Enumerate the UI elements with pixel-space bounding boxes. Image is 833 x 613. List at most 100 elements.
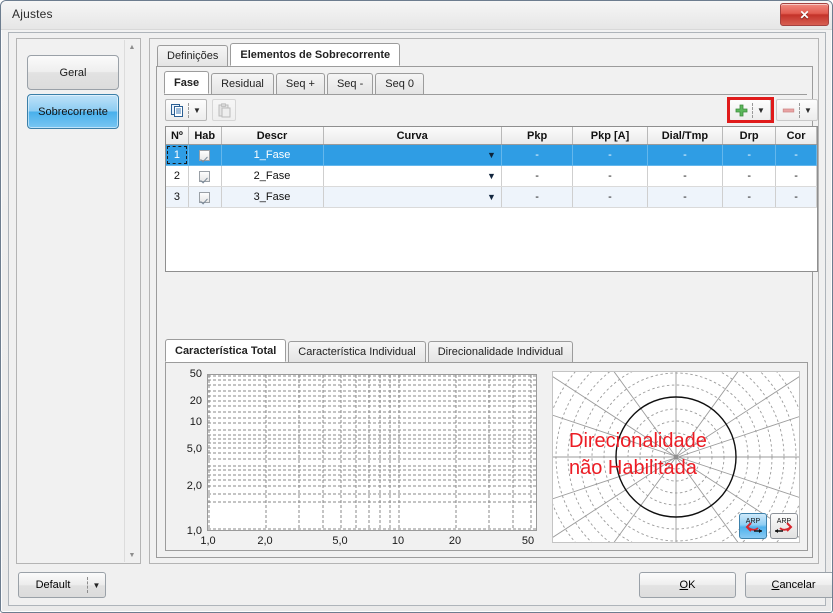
col-curva[interactable]: Curva [323,127,502,145]
tab-direcionalidade-individual[interactable]: Direcionalidade Individual [427,341,574,362]
title-bar: Ajustes ✕ [1,1,832,30]
tab-seq-negativa[interactable]: Seq - [326,73,374,94]
table-row[interactable]: 3 3_Fase ▼ - - - - - [166,186,817,208]
tab-caracteristica-total[interactable]: Característica Total [165,339,287,362]
cell-numero[interactable]: 1 [166,144,189,166]
cell-numero[interactable]: 2 [166,165,189,187]
hab-checkbox[interactable] [199,149,211,161]
minus-icon[interactable] [777,100,799,120]
scroll-down-icon[interactable]: ▼ [125,548,139,562]
curva-chevron-down-icon[interactable]: ▼ [487,171,496,181]
cell-drp[interactable]: - [722,186,777,208]
tab-fase[interactable]: Fase [164,71,210,94]
cancel-button[interactable]: Cancelar [745,572,832,598]
col-pkp-a[interactable]: Pkp [A] [572,127,648,145]
cell-dial-tmp[interactable]: - [647,165,724,187]
overcurrent-elements-table[interactable]: Nº Hab Descr Curva Pkp Pkp [A] Dial/Tmp … [165,126,818,272]
tab-label: Seq 0 [385,78,414,90]
add-row-button-group[interactable]: ▼ [729,99,771,121]
paste-icon [213,100,235,120]
inner-tabstrip: Fase Residual Seq + Seq - Seq 0 [164,71,544,95]
tab-elementos-de-sobrecorrente[interactable]: Elementos de Sobrecorrente [230,43,401,66]
settings-window: Ajustes ✕ Geral Sobrecorrente ▲ ▼ Defini… [0,0,833,613]
sidebar-item-label: Sobrecorrente [38,105,108,118]
copy-icon[interactable] [166,100,188,120]
cell-pkp[interactable]: - [501,165,574,187]
ok-button[interactable]: OK [639,572,736,598]
cell-pkp[interactable]: - [501,186,574,208]
copy-button-group[interactable]: ▼ [165,99,207,121]
cell-dial-tmp[interactable]: - [647,144,724,166]
remove-dropdown-chevron-down-icon[interactable]: ▼ [800,100,816,120]
tab-caracteristica-individual[interactable]: Característica Individual [288,341,426,362]
default-combo-chevron-down-icon[interactable]: ▼ [88,581,105,590]
cell-hab[interactable] [188,165,222,187]
cell-pkp-a[interactable]: - [572,186,648,208]
curva-chevron-down-icon[interactable]: ▼ [487,150,496,160]
copy-dropdown-chevron-down-icon[interactable]: ▼ [189,100,205,120]
cell-drp[interactable]: - [722,165,777,187]
cancel-accelerator: C [771,579,780,591]
chart-xtick-20: 20 [448,535,462,547]
close-button[interactable]: ✕ [780,3,829,26]
chart-ytick-50: 50 [189,368,202,380]
remove-row-button-group[interactable]: ▼ [776,99,818,121]
col-descr[interactable]: Descr [221,127,324,145]
cell-cor[interactable]: - [775,144,817,166]
add-dropdown-chevron-down-icon[interactable]: ▼ [753,100,769,120]
chart-xtick-5: 5,0 [332,535,348,547]
hab-checkbox[interactable] [199,170,211,182]
cell-pkp-a[interactable]: - [572,165,648,187]
cell-focus-indicator [167,146,187,164]
dialog-footer: Default ▼ OK Cancelar [16,570,832,602]
polar-message-line2: não Habilitada [569,457,697,479]
characteristic-chart-plot-area [207,374,537,531]
curva-chevron-down-icon[interactable]: ▼ [487,192,496,202]
cell-descr[interactable]: 3_Fase [221,186,324,208]
sidebar-scrollbar[interactable]: ▲ ▼ [124,40,139,562]
scroll-up-icon[interactable]: ▲ [125,40,139,54]
col-dial-tmp[interactable]: Dial/Tmp [647,127,724,145]
col-numero[interactable]: Nº [166,127,189,145]
col-hab[interactable]: Hab [188,127,222,145]
cell-curva[interactable]: ▼ [323,165,502,187]
cell-dial-tmp[interactable]: - [647,186,724,208]
default-profile-combo[interactable]: Default ▼ [18,572,106,598]
col-drp[interactable]: Drp [722,127,777,145]
chart-ytick-10: 10 [189,416,202,428]
cell-descr[interactable]: 1_Fase [221,144,324,166]
plus-icon[interactable] [730,100,752,120]
arp-forward-button[interactable]: ARP [739,513,767,539]
cell-hab[interactable] [188,186,222,208]
table-row[interactable]: 1 1_Fase ▼ - - - - - [166,144,817,166]
outer-tabstrip: Definições Elementos de Sobrecorrente [157,43,797,67]
cell-curva[interactable]: ▼ [323,144,502,166]
tab-seq-positiva[interactable]: Seq + [275,73,325,94]
close-icon: ✕ [799,7,810,22]
paste-button[interactable] [212,99,236,121]
arp-backward-button[interactable]: ARP [770,513,798,539]
tab-residual[interactable]: Residual [211,73,274,94]
chart-xtick-10: 10 [391,535,405,547]
col-pkp[interactable]: Pkp [501,127,574,145]
cell-numero[interactable]: 3 [166,186,189,208]
sidebar-item-geral[interactable]: Geral [27,55,119,90]
col-cor[interactable]: Cor [775,127,817,145]
cell-curva[interactable]: ▼ [323,186,502,208]
chart-ytick-5: 5,0 [186,443,202,455]
tab-definicoes[interactable]: Definições [157,45,229,66]
cell-pkp-a[interactable]: - [572,144,648,166]
hab-checkbox[interactable] [199,191,211,203]
cell-cor[interactable]: - [775,165,817,187]
cell-hab[interactable] [188,144,222,166]
cell-cor[interactable]: - [775,186,817,208]
cell-pkp[interactable]: - [501,144,574,166]
table-row[interactable]: 2 2_Fase ▼ - - - - - [166,165,817,187]
sidebar: Geral Sobrecorrente ▲ ▼ [16,38,141,564]
sidebar-item-sobrecorrente[interactable]: Sobrecorrente [27,94,119,129]
cell-descr[interactable]: 2_Fase [221,165,324,187]
chart-tabstrip: Característica Total Característica Indi… [165,339,805,363]
tab-seq-zero[interactable]: Seq 0 [375,73,424,94]
tab-label: Elementos de Sobrecorrente [240,48,391,61]
cell-drp[interactable]: - [722,144,777,166]
